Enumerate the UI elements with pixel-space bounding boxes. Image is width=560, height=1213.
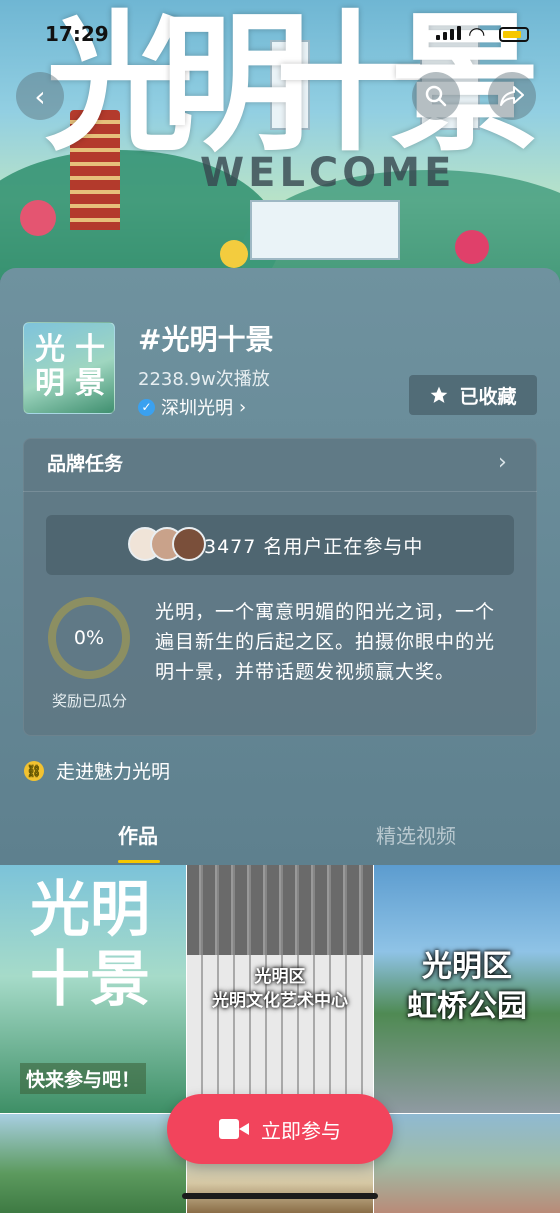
- status-bar: 17:29 ◠: [0, 0, 560, 60]
- search-icon: [425, 85, 447, 107]
- search-button[interactable]: [412, 72, 460, 120]
- favorite-label: 已收藏: [459, 385, 517, 408]
- video-thumbnail[interactable]: 光明区 光明文化艺术中心: [187, 865, 373, 1113]
- topic-thumbnail: 光 十 明 景: [23, 322, 115, 414]
- reward-progress-ring: 0%: [48, 597, 130, 679]
- wifi-icon: ◠: [468, 22, 486, 46]
- video-thumbnail[interactable]: [0, 1114, 186, 1213]
- active-tab-indicator: [118, 860, 160, 863]
- banner-welcome-text: WELCOME: [200, 150, 456, 196]
- thumb-char: 景: [75, 366, 105, 401]
- thumb-char: 光: [35, 332, 65, 367]
- chevron-right-icon: ›: [239, 396, 247, 418]
- thumb-char: 明: [35, 366, 65, 401]
- task-description: 光明，一个寓意明媚的阳光之词，一个遍目新生的后起之区。拍摄你眼中的光明十景，并带…: [155, 601, 496, 683]
- video-thumbnail[interactable]: [374, 1114, 560, 1213]
- content-tabs: 作品 精选视频: [0, 800, 560, 864]
- join-now-button[interactable]: 立即参与: [167, 1094, 393, 1164]
- banner-title-char: 明: [160, 0, 313, 172]
- share-button[interactable]: [488, 72, 536, 120]
- topic-title: #光明十景: [138, 323, 274, 356]
- thumb-char: 十: [75, 332, 105, 367]
- video-overlay-text: 光明区 虹桥公园: [407, 949, 527, 1024]
- topic-author-name: 深圳光明: [161, 398, 233, 419]
- star-icon: [431, 386, 448, 403]
- participants-count: 3477 名用户正在参与中: [204, 535, 424, 558]
- tab-works[interactable]: 作品: [118, 820, 158, 849]
- favorite-button[interactable]: 已收藏: [409, 375, 537, 415]
- topic-play-count: 2238.9w次播放: [138, 369, 270, 390]
- video-overlay-text: 光明十景: [30, 875, 150, 1015]
- video-thumbnail[interactable]: 光明区 虹桥公园: [374, 865, 560, 1113]
- avatar: [172, 527, 206, 561]
- verified-icon: ✓: [138, 398, 155, 416]
- status-time: 17:29: [45, 22, 109, 46]
- reward-progress-value: 0%: [73, 627, 105, 649]
- share-icon: [500, 86, 524, 106]
- topic-author-link[interactable]: ✓ 深圳光明 ›: [138, 394, 246, 420]
- banner-title-char: 景: [390, 0, 543, 172]
- banner-title-char: 十: [275, 0, 428, 172]
- banner-title-char: 光: [45, 0, 198, 172]
- charm-link-label: 走进魅力光明: [56, 761, 171, 783]
- participant-avatars: [128, 527, 212, 563]
- camera-icon: [219, 1119, 249, 1139]
- back-arrow-icon: ‹: [34, 79, 46, 113]
- chevron-right-icon[interactable]: ›: [498, 450, 507, 475]
- participants-banner: 3477 名用户正在参与中: [46, 515, 514, 575]
- banner-title: 光 明 十 景: [45, 0, 543, 260]
- home-indicator: [182, 1193, 378, 1199]
- link-icon: ⛓: [24, 760, 44, 781]
- video-overlay-text: 光明区 光明文化艺术中心: [212, 967, 348, 1011]
- back-button[interactable]: ‹: [16, 72, 64, 120]
- video-overlay-subtext: 快来参与吧！: [20, 1063, 147, 1094]
- tab-featured-videos[interactable]: 精选视频: [376, 820, 456, 849]
- divider: [23, 491, 537, 492]
- join-now-label: 立即参与: [261, 1118, 341, 1143]
- reward-status-label: 奖励已瓜分: [52, 692, 128, 710]
- brand-task-heading: 品牌任务: [47, 453, 124, 475]
- battery-icon: [499, 27, 529, 42]
- signal-icon: [436, 26, 461, 40]
- charm-link[interactable]: ⛓ 走进魅力光明: [24, 757, 170, 784]
- video-thumbnail[interactable]: 光明十景 快来参与吧！: [0, 865, 186, 1113]
